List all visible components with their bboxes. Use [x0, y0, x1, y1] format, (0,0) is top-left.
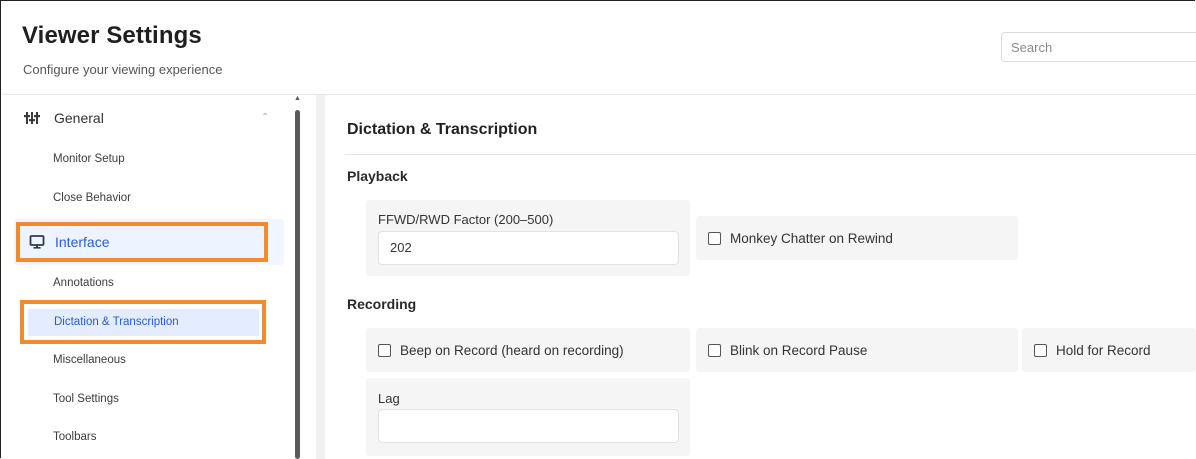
sidebar-scrollbar[interactable] [295, 110, 300, 459]
sidebar-item-dictation[interactable]: Dictation & Transcription [54, 316, 179, 328]
scroll-up-icon[interactable]: ▲ [294, 95, 301, 103]
checkbox-icon [1034, 344, 1047, 357]
beep-on-record-checkbox[interactable]: Beep on Record (heard on recording) [378, 343, 624, 358]
section-title: Dictation & Transcription [347, 121, 538, 138]
search-input[interactable] [1001, 32, 1196, 62]
chevron-up-icon[interactable]: ⌃ [261, 112, 269, 123]
sidebar-item-miscellaneous[interactable]: Miscellaneous [53, 354, 126, 366]
sidebar-item-close-behavior[interactable]: Close Behavior [53, 192, 131, 204]
playback-title: Playback [347, 168, 408, 184]
panel-divider [316, 95, 325, 459]
checkbox-icon [708, 232, 721, 245]
ffwd-label: FFWD/RWD Factor (200–500) [378, 212, 554, 227]
beep-on-record-label: Beep on Record (heard on recording) [400, 343, 624, 358]
page-title: Viewer Settings [22, 22, 202, 49]
sidebar-item-annotations[interactable]: Annotations [53, 277, 114, 289]
lag-label: Lag [378, 391, 400, 406]
sidebar-item-toolbars[interactable]: Toolbars [53, 431, 96, 443]
section-divider [345, 154, 1196, 155]
ffwd-input[interactable]: 202 [378, 231, 679, 265]
monitor-icon [29, 235, 45, 249]
checkbox-icon [378, 344, 391, 357]
sidebar [2, 95, 292, 459]
checkbox-icon [708, 344, 721, 357]
blink-on-pause-checkbox[interactable]: Blink on Record Pause [708, 343, 867, 358]
monkey-chatter-checkbox[interactable]: Monkey Chatter on Rewind [708, 231, 893, 246]
recording-title: Recording [347, 296, 417, 312]
hold-for-record-label: Hold for Record [1056, 343, 1151, 358]
blink-on-pause-label: Blink on Record Pause [730, 343, 868, 358]
sidebar-item-monitor-setup[interactable]: Monitor Setup [53, 153, 125, 165]
sidebar-group-general[interactable]: General ⌃ [18, 106, 280, 130]
sidebar-item-interface-label: Interface [55, 234, 110, 250]
hold-for-record-checkbox[interactable]: Hold for Record [1034, 343, 1151, 358]
sliders-icon [24, 112, 40, 124]
sidebar-item-tool-settings[interactable]: Tool Settings [53, 393, 119, 405]
monkey-chatter-label: Monkey Chatter on Rewind [730, 231, 893, 246]
sidebar-group-label: General [54, 110, 104, 126]
sidebar-item-interface[interactable]: Interface [16, 222, 268, 262]
page-subtitle: Configure your viewing experience [23, 62, 223, 77]
lag-input[interactable] [378, 409, 679, 443]
